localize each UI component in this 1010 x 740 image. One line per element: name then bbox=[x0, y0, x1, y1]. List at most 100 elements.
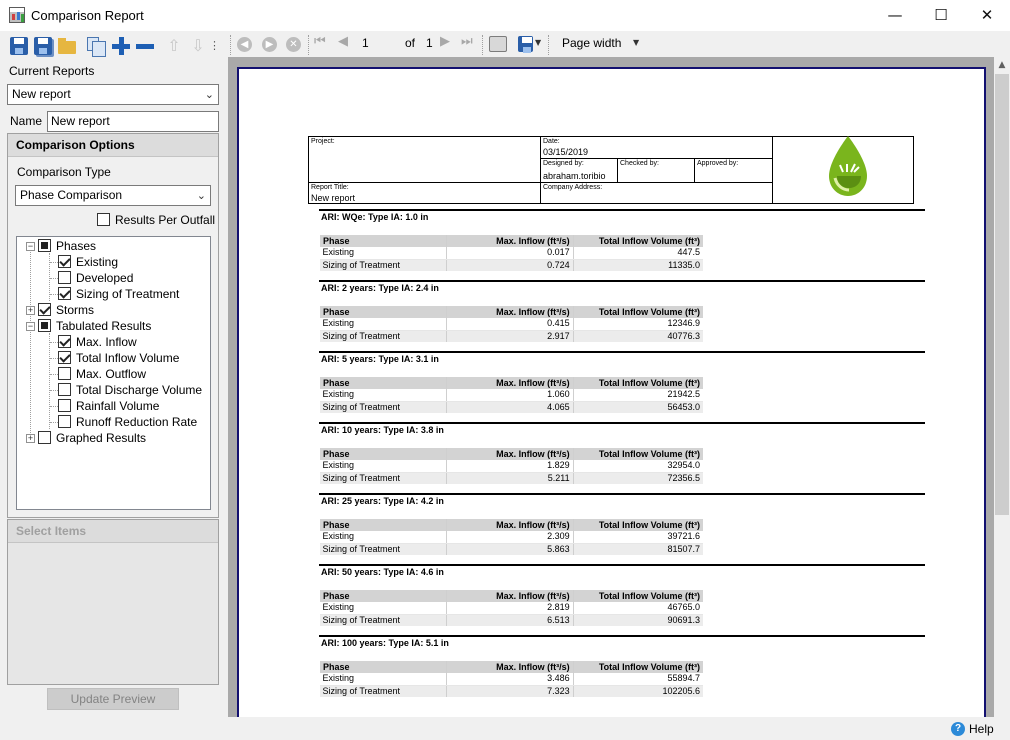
tree-item-storms[interactable]: Storms bbox=[38, 302, 94, 318]
print-icon[interactable] bbox=[489, 36, 507, 52]
expand-icon[interactable]: + bbox=[26, 434, 35, 443]
results-per-outfall-option[interactable]: Results Per Outfall bbox=[97, 213, 215, 227]
current-reports-select[interactable]: New report ⌄ bbox=[7, 84, 219, 105]
tree-checkbox[interactable] bbox=[58, 383, 71, 397]
table-cell: Sizing of Treatment bbox=[319, 685, 447, 697]
table-cell: 0.724 bbox=[445, 259, 574, 271]
designed-caption: Designed by: bbox=[543, 160, 584, 167]
tree-item-rainfall-volume[interactable]: Rainfall Volume bbox=[58, 398, 159, 414]
tree-item-label: Total Discharge Volume bbox=[76, 383, 203, 397]
table-header-row: Phase Max. Inflow (ft³/s) Total Inflow Vol… bbox=[319, 590, 703, 602]
tree-checkbox[interactable] bbox=[38, 319, 51, 333]
results-table: Phase Max. Inflow (ft³/s) Total Inflow Vol… bbox=[319, 235, 703, 271]
section-divider bbox=[319, 280, 925, 282]
table-cell: 7.323 bbox=[445, 685, 574, 697]
tree-checkbox[interactable] bbox=[58, 399, 71, 413]
table-cell: 55894.7 bbox=[572, 673, 703, 686]
table-row: Existing 2.309 39721.6 bbox=[319, 531, 703, 544]
zoom-dropdown-icon[interactable]: ▼ bbox=[633, 38, 639, 47]
more-icon[interactable]: ⋮ bbox=[209, 37, 220, 55]
move-down-icon[interactable]: ⇩ bbox=[189, 37, 207, 55]
help-icon[interactable]: ? bbox=[951, 722, 965, 736]
tree-checkbox[interactable] bbox=[58, 415, 71, 429]
tree-item-tabulated-results[interactable]: Tabulated Results bbox=[38, 318, 151, 334]
tree-checkbox[interactable] bbox=[58, 335, 71, 349]
results-per-outfall-checkbox[interactable] bbox=[97, 213, 110, 227]
results-table: Phase Max. Inflow (ft³/s) Total Inflow Vol… bbox=[319, 519, 703, 555]
column-header: Phase bbox=[319, 590, 447, 602]
save-icon[interactable] bbox=[10, 37, 28, 55]
name-input[interactable]: New report bbox=[47, 111, 219, 132]
toolbar-separator bbox=[230, 35, 231, 55]
zoom-select[interactable]: Page width bbox=[562, 36, 621, 50]
results-table: Phase Max. Inflow (ft³/s) Total Inflow Vol… bbox=[319, 448, 703, 484]
open-folder-icon[interactable] bbox=[58, 38, 76, 54]
tree-item-label: Sizing of Treatment bbox=[76, 287, 180, 301]
tree-item-max-inflow[interactable]: Max. Inflow bbox=[58, 334, 137, 350]
save-as-icon[interactable] bbox=[34, 37, 52, 55]
expand-icon[interactable]: + bbox=[26, 306, 35, 315]
close-button[interactable]: ✕ bbox=[964, 0, 1010, 31]
tree-item-developed[interactable]: Developed bbox=[58, 270, 133, 286]
back-icon[interactable]: ◀ bbox=[237, 37, 252, 52]
next-page-icon[interactable]: ▶ bbox=[440, 34, 450, 49]
tree-checkbox[interactable] bbox=[38, 431, 51, 445]
table-cell: Existing bbox=[319, 673, 447, 686]
remove-icon[interactable] bbox=[136, 37, 154, 55]
tree-item-sizing-of-treatment[interactable]: Sizing of Treatment bbox=[58, 286, 179, 302]
copy-icon[interactable] bbox=[87, 37, 106, 57]
export-icon[interactable] bbox=[518, 36, 533, 53]
stop-icon[interactable]: ✕ bbox=[286, 37, 301, 52]
previous-page-icon[interactable]: ◀ bbox=[338, 34, 348, 49]
tree-checkbox[interactable] bbox=[58, 255, 71, 269]
table-cell: Existing bbox=[319, 389, 447, 402]
tree-item-runoff-reduction-rate[interactable]: Runoff Reduction Rate bbox=[58, 414, 197, 430]
column-header: Max. Inflow (ft³/s) bbox=[445, 306, 574, 318]
project-cell: Project: bbox=[309, 137, 541, 183]
maximize-button[interactable]: ☐ bbox=[918, 0, 964, 31]
tree-checkbox[interactable] bbox=[58, 271, 71, 285]
preview-vertical-scrollbar[interactable]: ▲ bbox=[994, 57, 1010, 717]
tree-item-total-inflow-volume[interactable]: Total Inflow Volume bbox=[58, 350, 179, 366]
comparison-type-select[interactable]: Phase Comparison ⌄ bbox=[15, 185, 211, 206]
tree-item-total-discharge-volume[interactable]: Total Discharge Volume bbox=[58, 382, 202, 398]
tree-checkbox[interactable] bbox=[38, 239, 51, 253]
report-preview-area[interactable]: Project: Date: 03/15/2019 Designed by: a… bbox=[228, 57, 994, 717]
current-page-input[interactable]: 1 bbox=[362, 36, 369, 50]
last-page-icon[interactable]: ⏭ bbox=[461, 34, 473, 49]
table-cell: 102205.6 bbox=[572, 685, 703, 697]
update-preview-button[interactable]: Update Preview bbox=[47, 688, 179, 710]
table-header-row: Phase Max. Inflow (ft³/s) Total Inflow Vol… bbox=[319, 306, 703, 318]
tree-item-label: Rainfall Volume bbox=[76, 399, 160, 413]
tree-checkbox[interactable] bbox=[38, 303, 51, 317]
column-header: Total Inflow Volume (ft³) bbox=[572, 590, 703, 602]
tree-checkbox[interactable] bbox=[58, 287, 71, 301]
tree-item-graphed-results[interactable]: Graphed Results bbox=[38, 430, 146, 446]
total-pages: 1 bbox=[426, 36, 433, 50]
scroll-up-icon[interactable]: ▲ bbox=[994, 57, 1010, 73]
tree-checkbox[interactable] bbox=[58, 351, 71, 365]
add-icon[interactable] bbox=[112, 37, 130, 55]
first-page-icon[interactable]: ⏮ bbox=[314, 34, 326, 49]
tree-item-existing[interactable]: Existing bbox=[58, 254, 118, 270]
forward-icon[interactable]: ▶ bbox=[262, 37, 277, 52]
help-link[interactable]: Help bbox=[969, 722, 994, 736]
table-cell: 6.513 bbox=[445, 614, 574, 626]
column-header: Max. Inflow (ft³/s) bbox=[445, 235, 574, 247]
title-bar: Comparison Report — ☐ ✕ bbox=[0, 0, 1010, 31]
tree-item-label: Tabulated Results bbox=[56, 319, 152, 333]
table-cell: Existing bbox=[319, 531, 447, 544]
table-cell: 2.917 bbox=[445, 330, 574, 342]
tree-checkbox[interactable] bbox=[58, 367, 71, 381]
column-header: Phase bbox=[319, 377, 447, 389]
collapse-icon[interactable]: − bbox=[26, 322, 35, 331]
move-up-icon[interactable]: ⇧ bbox=[165, 37, 183, 55]
minimize-button[interactable]: — bbox=[872, 0, 918, 31]
collapse-icon[interactable]: − bbox=[26, 242, 35, 251]
scrollbar-thumb[interactable] bbox=[995, 74, 1009, 515]
export-dropdown-icon[interactable]: ▼ bbox=[535, 38, 541, 47]
table-cell: 21942.5 bbox=[572, 389, 703, 402]
tree-item-max-outflow[interactable]: Max. Outflow bbox=[58, 366, 146, 382]
table-cell: 11335.0 bbox=[572, 259, 703, 271]
tree-item-phases[interactable]: Phases bbox=[38, 238, 96, 254]
